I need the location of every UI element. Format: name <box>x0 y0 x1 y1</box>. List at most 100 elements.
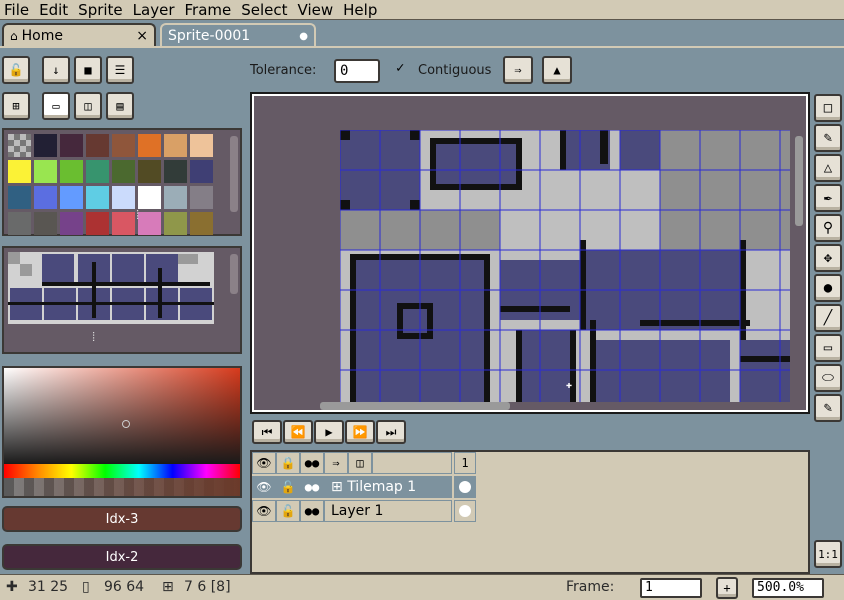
palette-swatch[interactable] <box>190 160 213 183</box>
palette-swatch[interactable] <box>34 212 57 235</box>
palette-swatch[interactable] <box>34 186 57 209</box>
palette-swatch[interactable] <box>86 134 109 157</box>
palette-swatch[interactable] <box>138 212 161 235</box>
palette-swatch[interactable] <box>8 160 31 183</box>
palette-swatch[interactable] <box>112 212 135 235</box>
eraser-tool[interactable]: △ <box>814 154 842 182</box>
palette-resize-handle[interactable]: ⁞ <box>134 208 141 223</box>
contiguous-checkbox[interactable]: ✓ <box>396 60 404 76</box>
new-layer-icon[interactable]: ◫ <box>348 452 372 474</box>
foreground-color-bar[interactable]: Idx-3 <box>2 506 242 532</box>
tile-size-medium-button[interactable]: ◫ <box>74 92 102 120</box>
palette-swatch[interactable] <box>190 212 213 235</box>
tolerance-input[interactable]: 0 <box>334 59 380 83</box>
tileset-scrollbar[interactable] <box>230 254 238 294</box>
canvas-horizontal-scrollbar[interactable] <box>320 402 510 410</box>
palette-swatch[interactable] <box>138 186 161 209</box>
color-picker[interactable] <box>2 366 242 498</box>
menu-layer[interactable]: Layer <box>129 1 181 19</box>
next-frame-button[interactable]: ⏩ <box>345 420 375 444</box>
move-tool[interactable]: ✥ <box>814 244 842 272</box>
eyedropper-tool[interactable]: ✒ <box>814 184 842 212</box>
sprite-canvas[interactable] <box>340 130 790 402</box>
zoom-input[interactable]: 500.0% <box>752 578 824 598</box>
onion-skin-icon[interactable]: ●● <box>300 452 324 474</box>
ellipse-tool[interactable]: ⬭ <box>814 364 842 392</box>
previous-frame-button[interactable]: ⏪ <box>283 420 313 444</box>
layer-continuous-icon[interactable]: ●● <box>300 500 324 522</box>
palette-swatch[interactable] <box>60 160 83 183</box>
cel-keyframe[interactable] <box>454 500 476 522</box>
background-color-bar[interactable]: Idx-2 <box>2 544 242 570</box>
tileset-preview[interactable] <box>8 252 214 324</box>
frame-header[interactable]: 1 <box>454 452 476 474</box>
layer-lock-icon[interactable]: 🔓 <box>276 500 300 522</box>
lock-button[interactable]: 🔓 <box>2 56 30 84</box>
lock-header-icon[interactable]: 🔒 <box>276 452 300 474</box>
marquee-tool[interactable]: □ <box>814 94 842 122</box>
palette-menu-button[interactable]: ☰ <box>106 56 134 84</box>
fill-tool[interactable]: ● <box>814 274 842 302</box>
menu-select[interactable]: Select <box>237 1 293 19</box>
tile-size-small-button[interactable]: ▭ <box>42 92 70 120</box>
tab-home[interactable]: ⌂ Home × <box>2 23 156 47</box>
tab-sprite[interactable]: Sprite-0001 ● <box>160 23 316 47</box>
palette-swatch[interactable] <box>190 186 213 209</box>
blur-tool[interactable]: ✎ <box>814 394 842 422</box>
modified-dot-icon[interactable]: ● <box>299 31 308 42</box>
line-tool[interactable]: ╱ <box>814 304 842 332</box>
one-to-one-button[interactable]: 1:1 <box>814 540 842 568</box>
palette-swatch[interactable] <box>86 212 109 235</box>
color-picker-cursor[interactable] <box>122 420 130 428</box>
sort-down-button[interactable]: ↓ <box>42 56 70 84</box>
palette-swatch[interactable] <box>164 212 187 235</box>
palette-swatch[interactable] <box>34 160 57 183</box>
pencil-tool[interactable]: ✎ <box>814 124 842 152</box>
layer-visibility-icon[interactable]: 👁 <box>252 500 276 522</box>
tile-size-large-button[interactable]: ▤ <box>106 92 134 120</box>
palette-swatch[interactable] <box>60 212 83 235</box>
tileset-mode-button[interactable]: ⊞ <box>2 92 30 120</box>
layer-name[interactable]: ⊞ Tilemap 1 <box>324 476 452 498</box>
menu-edit[interactable]: Edit <box>35 1 74 19</box>
palette-swatch[interactable] <box>8 186 31 209</box>
layer-continuous-icon[interactable]: ●● <box>300 476 324 498</box>
palette-scrollbar[interactable] <box>230 136 238 212</box>
palette-swatch[interactable] <box>112 186 135 209</box>
first-frame-button[interactable]: ⏮ <box>252 420 282 444</box>
palette-swatch[interactable] <box>164 134 187 157</box>
palette-swatch[interactable] <box>34 134 57 157</box>
palette-swatch[interactable] <box>138 160 161 183</box>
menu-frame[interactable]: Frame <box>181 1 238 19</box>
presets-button[interactable]: ■ <box>74 56 102 84</box>
palette-swatch-transparent[interactable] <box>8 134 31 157</box>
menu-view[interactable]: View <box>294 1 340 19</box>
fill-mode-button[interactable]: ▲ <box>542 56 572 84</box>
menu-sprite[interactable]: Sprite <box>74 1 129 19</box>
palette-swatch[interactable] <box>60 134 83 157</box>
layer-tree-icon[interactable]: ⇒ <box>324 452 348 474</box>
play-button[interactable]: ▶ <box>314 420 344 444</box>
layer-visibility-icon[interactable]: 👁 <box>252 476 276 498</box>
palette-swatch[interactable] <box>86 160 109 183</box>
palette-swatch[interactable] <box>164 186 187 209</box>
canvas-area[interactable]: ✚ <box>254 96 806 410</box>
palette-swatch[interactable] <box>138 134 161 157</box>
last-frame-button[interactable]: ⏭ <box>376 420 406 444</box>
saturation-value-field[interactable] <box>4 368 240 464</box>
visibility-header-icon[interactable]: 👁 <box>252 452 276 474</box>
close-icon[interactable]: × <box>136 28 148 44</box>
menu-file[interactable]: File <box>0 1 35 19</box>
new-frame-button[interactable]: + <box>716 577 738 599</box>
frame-input[interactable]: 1 <box>640 578 702 598</box>
tileset-resize-handle[interactable]: ⁞ <box>90 330 97 345</box>
rectangle-tool[interactable]: ▭ <box>814 334 842 362</box>
fill-options-button[interactable]: ⇒ <box>503 56 533 84</box>
palette-swatch[interactable] <box>164 160 187 183</box>
palette-swatch[interactable] <box>112 160 135 183</box>
hue-slider[interactable] <box>4 464 240 478</box>
cel-keyframe[interactable] <box>454 476 476 498</box>
palette-swatch[interactable] <box>190 134 213 157</box>
zoom-tool[interactable]: ⚲ <box>814 214 842 242</box>
palette-swatch[interactable] <box>60 186 83 209</box>
